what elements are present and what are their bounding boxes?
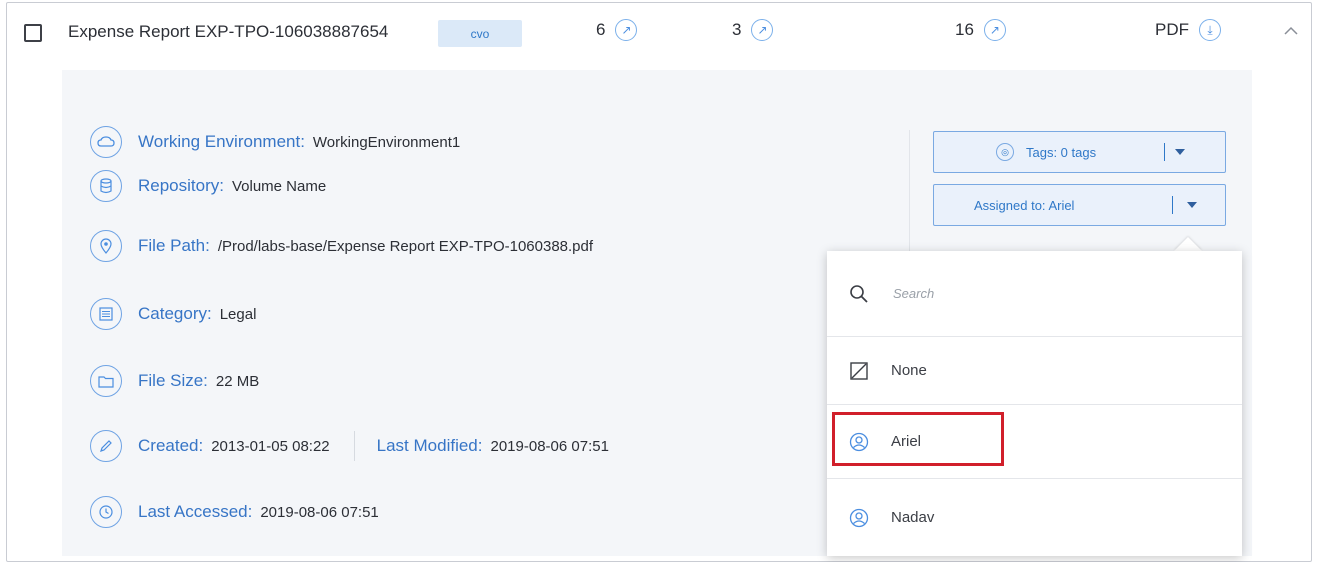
repository-row: Repository: Volume Name <box>90 170 326 202</box>
clock-icon <box>90 496 122 528</box>
assigned-to-label: Assigned to: Ariel <box>974 197 1075 213</box>
search-icon <box>849 284 869 304</box>
cloud-icon <box>90 126 122 158</box>
last-modified-value: 2019-08-06 07:51 <box>490 437 609 455</box>
file-path-value: /Prod/labs-base/Expense Report EXP-TPO-1… <box>217 237 594 255</box>
last-modified-label: Last Modified: <box>376 436 483 455</box>
caret-down-icon[interactable] <box>1187 202 1197 208</box>
folder-icon <box>90 365 122 397</box>
slash-box-icon <box>849 361 869 381</box>
external-link-icon[interactable]: ↗ <box>751 19 774 41</box>
last-accessed-row: Last Accessed: 2019-08-06 07:51 <box>90 496 379 528</box>
external-link-icon[interactable]: ↗ <box>983 19 1006 41</box>
menu-pointer <box>1174 237 1202 251</box>
category-value: Legal <box>219 305 257 323</box>
stat-2: 3 ↗ <box>732 19 774 41</box>
menu-option-label: Nadav <box>891 509 935 526</box>
external-link-icon[interactable]: ↗ <box>615 19 638 41</box>
select-checkbox[interactable] <box>24 24 42 42</box>
menu-option-nadav[interactable]: Nadav <box>827 479 1242 556</box>
assigned-split-divider <box>1172 196 1173 214</box>
file-details-screen: Expense Report EXP-TPO-106038887654 cvo … <box>0 0 1317 562</box>
working-environment-row: Working Environment: WorkingEnvironment1 <box>90 126 460 158</box>
working-environment-label: Working Environment: <box>138 132 305 151</box>
file-size-value: 22 MB <box>215 372 260 390</box>
dates-row: Created: 2013-01-05 08:22 Last Modified:… <box>90 430 609 462</box>
last-accessed-value: 2019-08-06 07:51 <box>260 503 379 521</box>
user-icon <box>849 508 869 528</box>
pencil-icon <box>90 430 122 462</box>
file-type-label: PDF <box>1155 20 1189 39</box>
date-separator <box>353 431 355 461</box>
assign-user-menu: Search None Ariel Nadav <box>827 251 1242 556</box>
assigned-to-dropdown-button[interactable]: Assigned to: Ariel <box>933 184 1226 226</box>
category-row: Category: Legal <box>90 298 256 330</box>
category-label: Category: <box>138 304 212 323</box>
chevron-up-icon[interactable] <box>1282 22 1300 40</box>
location-pin-icon <box>90 230 122 262</box>
file-path-row: File Path: /Prod/labs-base/Expense Repor… <box>90 230 593 262</box>
file-size-label: File Size: <box>138 371 208 390</box>
created-value: 2013-01-05 08:22 <box>211 437 330 455</box>
stat-value: 6 <box>596 20 606 39</box>
tags-split-divider <box>1164 143 1165 161</box>
menu-option-label: None <box>891 362 927 379</box>
repository-value: Volume Name <box>231 177 327 195</box>
file-path-label: File Path: <box>138 236 210 255</box>
menu-option-none[interactable]: None <box>827 337 1242 405</box>
search-input[interactable]: Search <box>893 286 934 301</box>
caret-down-icon[interactable] <box>1175 149 1185 155</box>
tag-icon: ◎ <box>996 143 1014 161</box>
highlight-box <box>832 412 1004 466</box>
menu-search-row[interactable]: Search <box>827 251 1242 337</box>
file-name[interactable]: Expense Report EXP-TPO-106038887654 <box>68 22 388 42</box>
stat-1: 6 ↗ <box>596 19 638 41</box>
working-environment-value: WorkingEnvironment1 <box>312 133 461 151</box>
stat-3: 16 ↗ <box>955 19 1006 41</box>
last-accessed-label: Last Accessed: <box>138 502 253 521</box>
file-type: PDF ⤓ <box>1155 19 1221 41</box>
file-size-row: File Size: 22 MB <box>90 365 259 397</box>
tags-label: Tags: 0 tags <box>1026 144 1097 160</box>
stat-value: 3 <box>732 20 742 39</box>
download-icon[interactable]: ⤓ <box>1199 19 1221 41</box>
created-label: Created: <box>138 436 204 455</box>
database-icon <box>90 170 122 202</box>
environment-badge: cvo <box>438 20 522 47</box>
tags-dropdown-button[interactable]: ◎ Tags: 0 tags <box>933 131 1226 173</box>
repository-label: Repository: <box>138 176 224 195</box>
category-list-icon <box>90 298 122 330</box>
stat-value: 16 <box>955 20 974 39</box>
